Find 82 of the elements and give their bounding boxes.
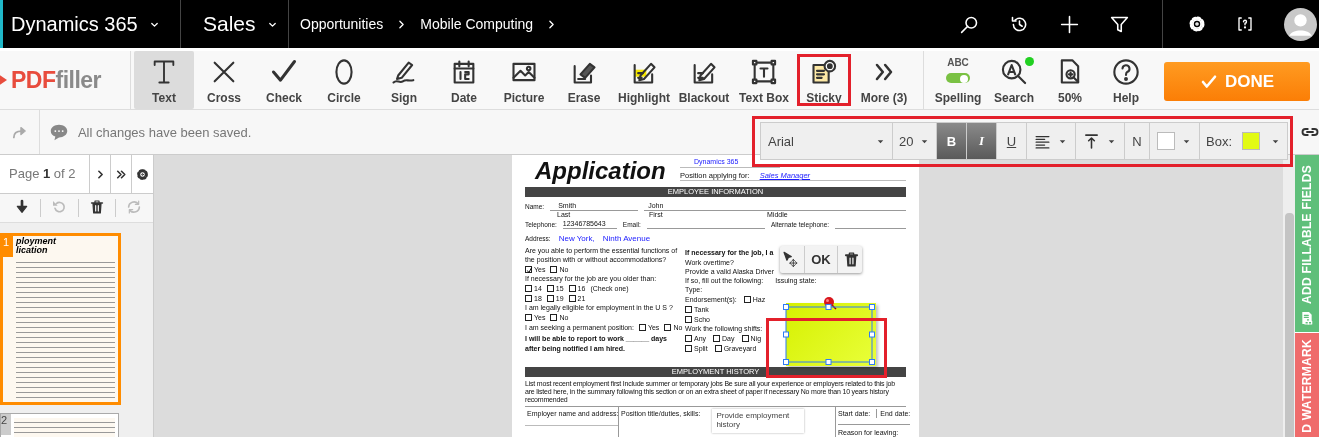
logo: PDFfiller bbox=[11, 66, 102, 94]
spelling-label: ABC bbox=[947, 57, 969, 68]
bold-button[interactable]: B bbox=[937, 123, 967, 159]
refresh-icon bbox=[126, 199, 143, 215]
search-icon bbox=[1000, 58, 1028, 86]
field-value: New York, bbox=[558, 234, 595, 243]
thumbnail-title: ployment bbox=[16, 237, 58, 246]
app-switcher[interactable]: Dynamics 365 bbox=[3, 0, 181, 48]
field-value: Ninth Avenue bbox=[602, 234, 651, 243]
thumbnail-title: lication bbox=[16, 246, 48, 255]
save-status: All changes have been saved. bbox=[77, 124, 252, 140]
checkbox[interactable] bbox=[638, 323, 646, 331]
checkbox[interactable] bbox=[550, 265, 558, 273]
trash-icon bbox=[88, 199, 105, 215]
circle-tool[interactable]: Circle bbox=[314, 51, 374, 109]
picture-tool[interactable]: Picture bbox=[494, 51, 554, 109]
checkbox[interactable] bbox=[525, 284, 532, 292]
italic-button[interactable]: I bbox=[967, 123, 997, 159]
textbox-tool[interactable]: Text Box bbox=[734, 51, 794, 109]
box-color-select[interactable]: Box: bbox=[1200, 123, 1287, 159]
form-title: Application bbox=[533, 157, 667, 185]
sign-tool[interactable]: Sign bbox=[374, 51, 434, 109]
sticky-tool[interactable]: Sticky bbox=[794, 51, 854, 109]
area-switcher[interactable]: Sales bbox=[181, 0, 289, 48]
align-top-icon bbox=[1083, 132, 1100, 150]
text-box-icon bbox=[750, 58, 778, 86]
checkbox[interactable] bbox=[714, 344, 722, 352]
help-icon[interactable] bbox=[1236, 15, 1254, 33]
page-indicator: Page 1 of 2 bbox=[0, 155, 91, 193]
checkbox[interactable] bbox=[525, 313, 532, 321]
ok-button[interactable]: OK bbox=[804, 246, 838, 273]
checkbox[interactable] bbox=[685, 334, 692, 342]
page-number: 2 bbox=[1, 414, 11, 435]
checkbox[interactable] bbox=[685, 315, 692, 323]
underline-button[interactable]: U bbox=[997, 123, 1027, 159]
font-select[interactable]: Arial bbox=[761, 123, 893, 159]
checkbox[interactable] bbox=[546, 294, 554, 302]
size-select[interactable]: 20 bbox=[893, 123, 937, 159]
search-tool[interactable]: Search bbox=[986, 51, 1042, 109]
page-number: 1 bbox=[3, 236, 13, 257]
normal-button[interactable]: N bbox=[1125, 123, 1150, 159]
checkbox[interactable] bbox=[741, 334, 749, 342]
spelling-tool[interactable]: ABC Spelling bbox=[930, 51, 986, 109]
settings-icon[interactable] bbox=[1188, 15, 1206, 33]
breadcrumb-link[interactable]: Opportunities bbox=[300, 16, 384, 32]
trash-icon[interactable] bbox=[842, 251, 860, 268]
help-tool[interactable]: Help bbox=[1098, 51, 1154, 109]
breadcrumb-link[interactable]: Mobile Computing bbox=[420, 16, 534, 32]
undo-icon bbox=[51, 199, 68, 215]
toggle-switch[interactable] bbox=[946, 73, 970, 83]
double-chevron-icon bbox=[114, 167, 128, 181]
checkbox[interactable] bbox=[546, 284, 554, 292]
settings-icon bbox=[136, 167, 150, 181]
checkbox[interactable] bbox=[568, 284, 576, 292]
form-fields-icon bbox=[1299, 310, 1315, 326]
cross-tool[interactable]: Cross bbox=[194, 51, 254, 109]
text-field[interactable]: Provide employment history bbox=[712, 409, 805, 433]
blackout-tool[interactable]: Blackout bbox=[674, 51, 734, 109]
checkbox[interactable] bbox=[664, 323, 672, 331]
check-tool[interactable]: Check bbox=[254, 51, 314, 109]
checkbox[interactable] bbox=[568, 294, 576, 302]
checkbox[interactable] bbox=[743, 295, 751, 303]
help-icon bbox=[1112, 58, 1140, 86]
checkbox[interactable] bbox=[525, 265, 532, 273]
checkbox[interactable] bbox=[685, 305, 692, 313]
checkbox[interactable] bbox=[685, 344, 692, 352]
checkbox[interactable] bbox=[713, 334, 721, 342]
check-icon bbox=[1199, 72, 1218, 91]
avatar-icon[interactable] bbox=[1284, 7, 1317, 41]
more-tool[interactable]: More (3) bbox=[854, 51, 914, 109]
sticky-note-icon bbox=[810, 58, 838, 86]
checkbox[interactable] bbox=[525, 294, 532, 302]
move-cursor-icon[interactable] bbox=[782, 251, 800, 268]
scrollbar-thumb[interactable] bbox=[1285, 213, 1294, 437]
checkbox[interactable] bbox=[550, 313, 558, 321]
text-tool[interactable]: Text bbox=[134, 51, 194, 109]
highlight-tool[interactable]: Highlight bbox=[614, 51, 674, 109]
erase-tool[interactable]: Erase bbox=[554, 51, 614, 109]
plus-icon[interactable] bbox=[1059, 13, 1080, 35]
zoom-tool[interactable]: 50% bbox=[1042, 51, 1098, 109]
page-thumbnail[interactable]: 2 bbox=[0, 413, 119, 437]
date-tool[interactable]: Date bbox=[434, 51, 494, 109]
